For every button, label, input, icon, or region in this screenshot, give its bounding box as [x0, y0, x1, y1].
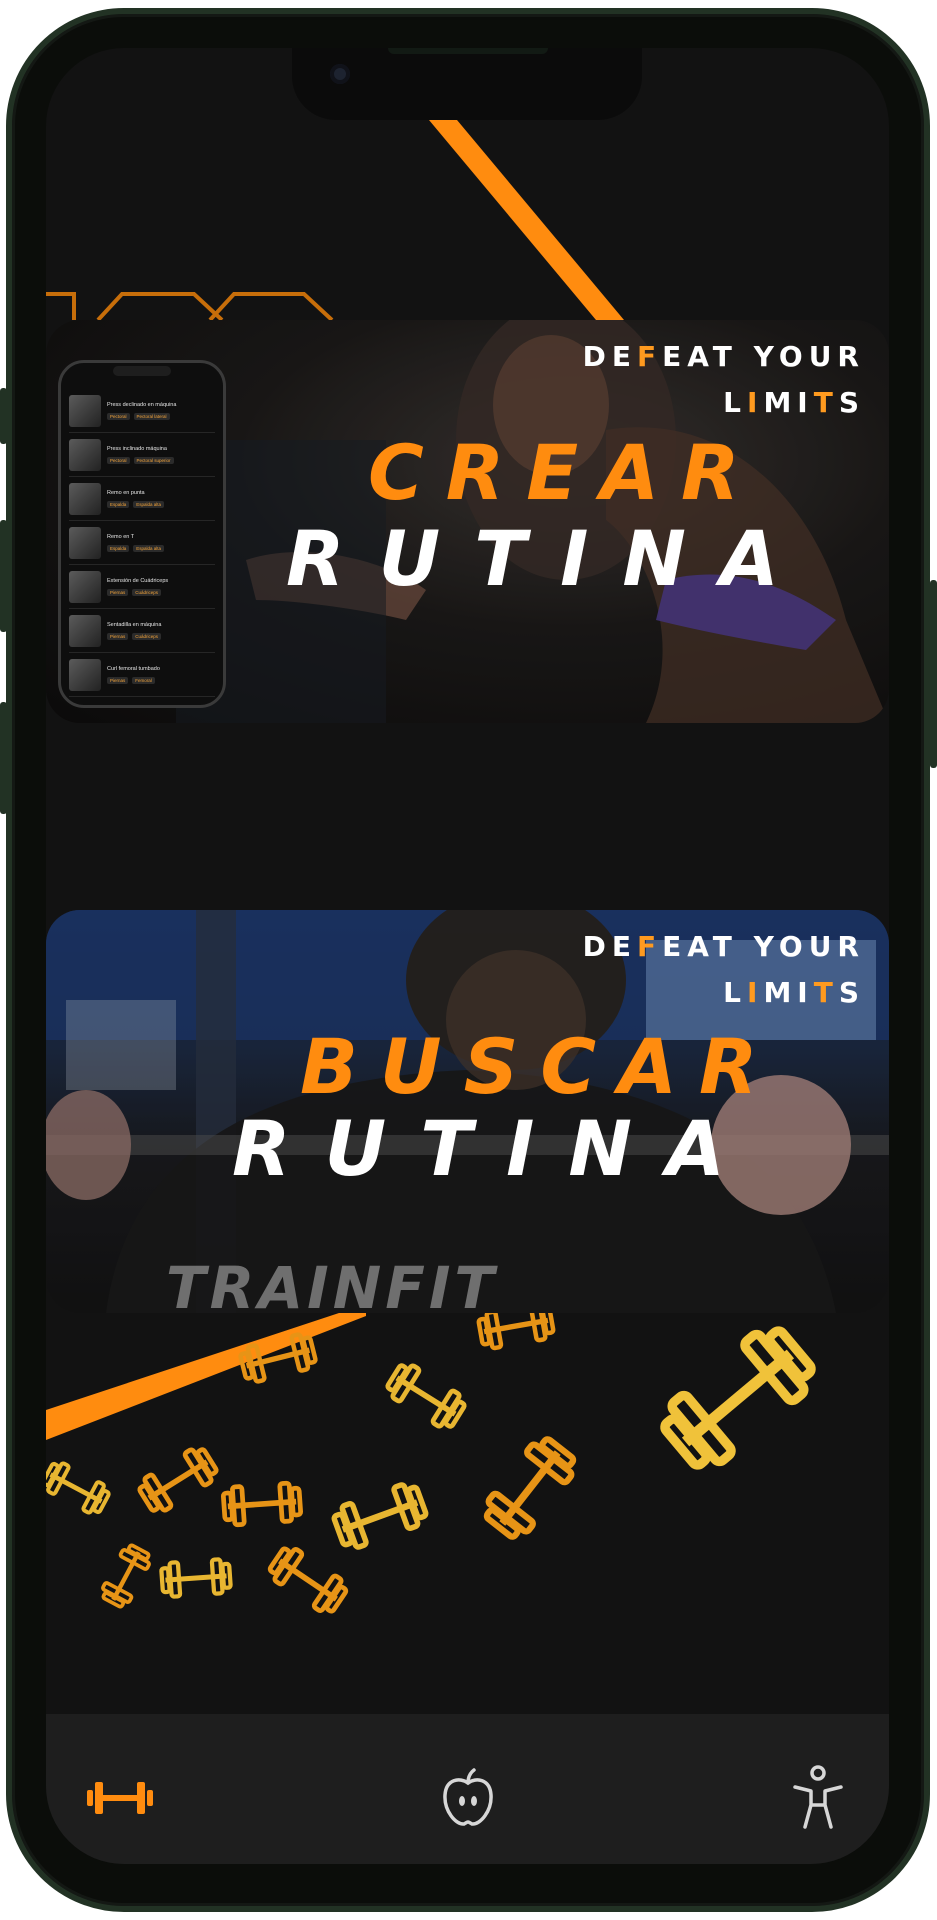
side-button-right: [930, 580, 937, 768]
buscar-rutina-banner[interactable]: TRAINFIT DEFEAT YOUR LIMITS BUSCAR RUTIN…: [46, 910, 889, 1313]
preview-tag: Espalda alta: [133, 500, 165, 508]
preview-tag: Femoral: [132, 676, 155, 684]
bottom-tab-bar: [46, 1714, 889, 1864]
preview-item-title: Curl femoral tumbado: [107, 665, 160, 672]
preview-tag: Pectoral: [107, 456, 130, 464]
preview-item-title: Remo en punta: [107, 489, 145, 496]
side-button-left-1: [0, 388, 7, 444]
preview-item-title: Sentadilla en máquina: [107, 621, 162, 628]
dumbbell-icon: [87, 1782, 153, 1814]
preview-list-item: Remo en punta Espalda Espalda alta: [69, 477, 215, 521]
preview-list-item: Extensión de Cuádriceps Piernas Cuádriceps: [69, 565, 215, 609]
preview-tag: Espalda: [107, 544, 130, 552]
rutina-title: RUTINA: [286, 514, 813, 603]
preview-tag: Espalda alta: [133, 544, 165, 552]
side-button-left-2: [0, 520, 7, 632]
preview-thumbnail: [69, 614, 101, 647]
notch: [292, 48, 642, 120]
tagline-line-1: DEFEAT YOUR: [582, 340, 865, 373]
preview-tag: Piernas: [107, 676, 129, 684]
preview-tag: Cuádriceps: [132, 632, 162, 640]
tagline-line-1: DEFEAT YOUR: [582, 930, 865, 963]
preview-thumbnail: [69, 394, 101, 427]
app-preview-phone: Press declinado en máquina Pectoral Pector…: [58, 360, 226, 708]
tagline-line-2: LIMITS: [723, 386, 865, 419]
tab-workouts[interactable]: [78, 1756, 162, 1840]
preview-thumbnail: [69, 482, 101, 515]
preview-tag: Espalda: [107, 500, 130, 508]
preview-item-title: Press inclinado máquina: [107, 445, 167, 452]
speaker: [388, 48, 548, 54]
accessibility-person-icon: [793, 1765, 843, 1829]
preview-exercise-list: Press declinado en máquina Pectoral Pector…: [69, 389, 215, 697]
rutina-title: RUTINA: [232, 1104, 759, 1193]
preview-tag: Pectoral superior: [133, 456, 174, 464]
preview-thumbnail: [69, 526, 101, 559]
preview-tag: Pectoral: [107, 412, 130, 420]
preview-list-item: Press inclinado máquina Pectoral Pectoral …: [69, 433, 215, 477]
preview-list-item: Curl femoral tumbado Piernas Femoral: [69, 653, 215, 697]
defeat-your-limits-tagline: DEFEAT YOUR LIMITS: [583, 334, 865, 426]
preview-tag: Piernas: [107, 632, 129, 640]
app-screen: Press declinado en máquina Pectoral Pector…: [46, 48, 889, 1864]
defeat-your-limits-tagline: DEFEAT YOUR LIMITS: [583, 924, 865, 1016]
preview-list-item: Press declinado en máquina Pectoral Pector…: [69, 389, 215, 433]
crear-title: CREAR: [368, 428, 762, 517]
preview-item-title: Extensión de Cuádriceps: [107, 577, 169, 584]
preview-item-title: Remo en T: [107, 533, 135, 540]
preview-notch: [113, 366, 171, 376]
preview-item-title: Press declinado en máquina: [107, 401, 177, 408]
preview-list-item: Sentadilla en máquina Piernas Cuádriceps: [69, 609, 215, 653]
preview-thumbnail: [69, 438, 101, 471]
preview-list-item: Remo en T Espalda Espalda alta: [69, 521, 215, 565]
preview-thumbnail: [69, 570, 101, 603]
apple-icon: [443, 1768, 493, 1826]
preview-tag: Cuádriceps: [132, 588, 162, 596]
front-camera: [330, 64, 350, 84]
preview-tag: Piernas: [107, 588, 129, 596]
tagline-line-2: LIMITS: [723, 976, 865, 1009]
buscar-title: BUSCAR: [300, 1022, 780, 1111]
side-button-left-3: [0, 702, 7, 814]
preview-tag: Pectoral lateral: [133, 412, 170, 420]
crear-rutina-banner[interactable]: Press declinado en máquina Pectoral Pector…: [46, 320, 889, 723]
tab-nutrition[interactable]: [426, 1756, 510, 1840]
tab-profile[interactable]: [776, 1756, 860, 1840]
preview-thumbnail: [69, 658, 101, 691]
